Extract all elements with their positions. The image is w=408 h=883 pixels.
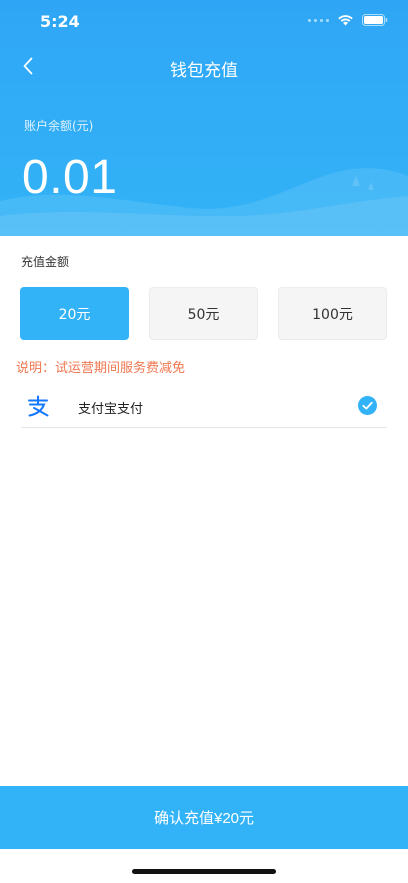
wallet-recharge-screen: 5:24 钱包充值 账户余额(元) 0.01 充值金额 20元 50元 100元…: [0, 0, 408, 883]
header-banner: 5:24 钱包充值 账户余额(元) 0.01: [0, 0, 408, 236]
status-time: 5:24: [40, 12, 80, 31]
amount-option-100[interactable]: 100元: [278, 287, 387, 340]
balance-value: 0.01: [22, 151, 118, 204]
signal-icon: [308, 18, 329, 22]
recharge-amount-label: 充值金额: [21, 255, 70, 269]
page-title: 钱包充值: [170, 61, 238, 81]
amount-option-20[interactable]: 20元: [20, 287, 129, 340]
wifi-icon: [338, 15, 353, 26]
alipay-icon: [28, 395, 49, 417]
battery-icon: [362, 14, 388, 26]
status-bar: 5:24: [0, 0, 408, 44]
home-indicator[interactable]: [132, 869, 276, 874]
service-fee-notice: 说明：试运营期间服务费减免: [16, 361, 186, 376]
amount-option-50[interactable]: 50元: [149, 287, 258, 340]
amount-options: 20元 50元 100元: [20, 287, 388, 341]
payment-method-alipay[interactable]: 支付宝支付: [21, 387, 387, 428]
status-icons: [308, 14, 388, 26]
nav-bar: 钱包充值: [0, 44, 408, 88]
balance-label: 账户余额(元): [24, 119, 94, 133]
check-circle-icon[interactable]: [358, 396, 377, 415]
confirm-recharge-button[interactable]: 确认充值¥20元: [0, 786, 408, 849]
payment-method-label: 支付宝支付: [78, 402, 144, 417]
